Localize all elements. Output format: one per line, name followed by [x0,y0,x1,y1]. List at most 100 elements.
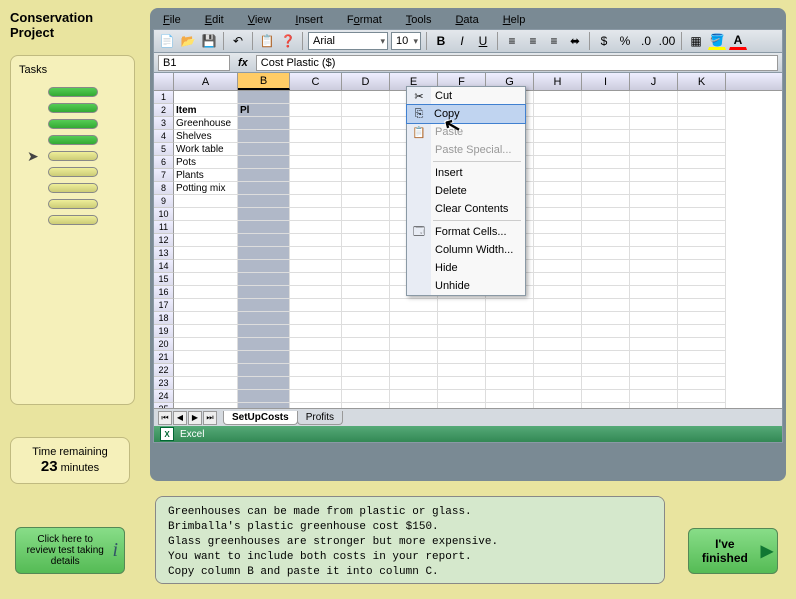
cell[interactable] [174,364,238,377]
cell[interactable] [534,156,582,169]
cell[interactable] [174,377,238,390]
cell[interactable] [678,169,726,182]
cell[interactable] [290,286,342,299]
ctx-insert[interactable]: Insert [407,164,525,182]
cell[interactable] [174,208,238,221]
menu-format[interactable]: Format [347,14,382,26]
cell[interactable] [534,299,582,312]
cell[interactable] [290,377,342,390]
cell[interactable]: Item [174,104,238,117]
cell[interactable] [290,156,342,169]
cell[interactable] [486,390,534,403]
cell[interactable] [582,286,630,299]
row-header[interactable]: 11 [154,221,174,234]
cell[interactable] [534,377,582,390]
cell[interactable] [678,234,726,247]
cell[interactable] [390,364,438,377]
cell[interactable] [486,325,534,338]
cell[interactable] [290,312,342,325]
decimal-inc-icon[interactable]: .0 [637,32,655,50]
row-header[interactable]: 10 [154,208,174,221]
cell[interactable] [630,377,678,390]
cell[interactable] [582,312,630,325]
font-size-combo[interactable]: 10 [391,32,421,50]
cell[interactable] [534,247,582,260]
underline-icon[interactable]: U [474,32,492,50]
cell[interactable] [290,338,342,351]
col-header-I[interactable]: I [582,73,630,90]
cell[interactable] [238,390,290,403]
cell[interactable] [290,234,342,247]
fx-icon[interactable]: fx [234,57,252,69]
cell[interactable] [238,208,290,221]
cell[interactable] [342,299,390,312]
cell[interactable] [678,312,726,325]
cell[interactable] [390,325,438,338]
cell[interactable] [342,117,390,130]
cell[interactable] [238,260,290,273]
ctx-delete[interactable]: Delete [407,182,525,200]
decimal-dec-icon[interactable]: .00 [658,32,676,50]
menu-file[interactable]: File [163,14,181,26]
cell[interactable] [342,195,390,208]
ctx-unhide[interactable]: Unhide [407,277,525,295]
cell[interactable] [342,143,390,156]
ctx-clear[interactable]: Clear Contents [407,200,525,218]
cell[interactable] [534,104,582,117]
cell[interactable] [174,260,238,273]
fill-color-icon[interactable]: 🪣 [708,32,726,50]
cell[interactable] [534,325,582,338]
cell[interactable] [534,117,582,130]
cell[interactable] [290,208,342,221]
font-name-combo[interactable]: Arial [308,32,388,50]
cell[interactable] [290,325,342,338]
name-box[interactable]: B1 [158,55,230,71]
cell[interactable] [630,338,678,351]
cell[interactable] [238,169,290,182]
cell[interactable] [290,221,342,234]
cell[interactable] [534,234,582,247]
cell[interactable] [342,234,390,247]
cell[interactable] [678,195,726,208]
cell[interactable] [390,299,438,312]
cell[interactable] [438,364,486,377]
cell[interactable] [630,351,678,364]
cell[interactable] [486,338,534,351]
cell[interactable] [238,117,290,130]
cell[interactable] [290,260,342,273]
row-header[interactable]: 17 [154,299,174,312]
cell[interactable] [678,156,726,169]
cell[interactable] [290,169,342,182]
cell[interactable] [174,312,238,325]
cell[interactable] [582,143,630,156]
cell[interactable] [174,195,238,208]
cell[interactable] [678,143,726,156]
cell[interactable]: Potting mix [174,182,238,195]
cell[interactable] [582,338,630,351]
cell[interactable] [342,182,390,195]
cell[interactable] [534,169,582,182]
row-header[interactable]: 5 [154,143,174,156]
cell[interactable] [238,377,290,390]
cell[interactable] [342,156,390,169]
cell[interactable] [238,195,290,208]
cell[interactable] [290,117,342,130]
cell[interactable] [630,221,678,234]
col-header-C[interactable]: C [290,73,342,90]
sheet-tab-profits[interactable]: Profits [297,411,343,425]
cell[interactable] [534,182,582,195]
cell[interactable] [582,91,630,104]
cell[interactable] [174,247,238,260]
cell[interactable] [534,338,582,351]
cell[interactable] [534,143,582,156]
cell[interactable] [238,338,290,351]
cell[interactable] [174,351,238,364]
cell[interactable] [678,351,726,364]
cell[interactable] [630,169,678,182]
col-header-J[interactable]: J [630,73,678,90]
cell[interactable] [342,390,390,403]
row-header[interactable]: 19 [154,325,174,338]
cell[interactable] [174,325,238,338]
col-header-D[interactable]: D [342,73,390,90]
cell[interactable] [238,156,290,169]
